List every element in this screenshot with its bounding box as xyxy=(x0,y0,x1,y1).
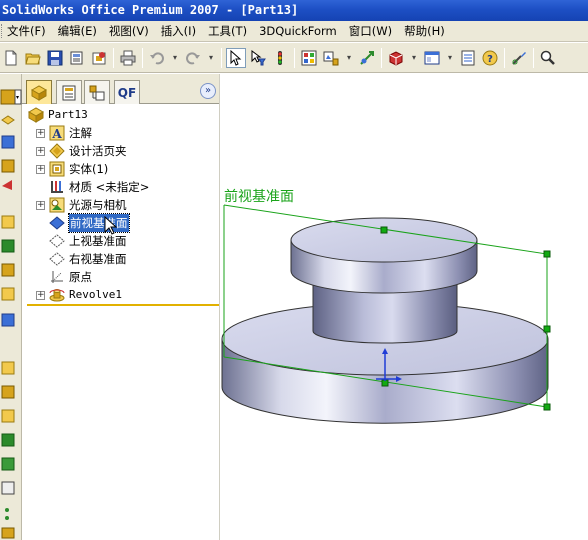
feature-manager-panel: QF » Part13 + A 注解 + 设计活页夹 + 实体(1) 材质 <未… xyxy=(22,74,220,540)
tree-item-label: Revolve1 xyxy=(69,288,122,301)
rollback-bar[interactable] xyxy=(27,304,220,306)
zoom-icon[interactable] xyxy=(538,48,558,68)
plane-icon xyxy=(49,215,65,231)
mouse-cursor-icon xyxy=(104,216,118,235)
toolbar-separator xyxy=(221,47,222,68)
tree-item-label: 光源与相机 xyxy=(69,198,127,212)
feature-manager-tab-bar: QF » xyxy=(22,74,220,104)
tree-item-label: 注解 xyxy=(69,126,92,140)
expand-toggle[interactable]: + xyxy=(36,200,45,210)
redo-dropdown-arrow[interactable]: ▾ xyxy=(205,48,217,68)
quickform-tab[interactable]: QF xyxy=(114,80,140,104)
window-title: SolidWorks Office Premium 2007 - [Part13… xyxy=(2,3,299,17)
select-icon[interactable] xyxy=(226,47,246,68)
design-binder-icon xyxy=(49,143,65,159)
menu-file[interactable]: 文件(F) xyxy=(7,21,52,42)
part-model[interactable] xyxy=(220,74,588,540)
expand-toggle[interactable]: + xyxy=(36,128,45,138)
tree-item-annotations[interactable]: + A 注解 xyxy=(36,124,92,142)
menu-bar: 文件(F) 编辑(E) 视图(V) 插入(I) 工具(T) 3DQuickFor… xyxy=(0,21,588,42)
menu-view[interactable]: 视图(V) xyxy=(103,21,155,42)
configuration-manager-tab[interactable] xyxy=(84,80,110,104)
panel-expand-icon[interactable]: » xyxy=(200,83,216,99)
svg-text:A: A xyxy=(51,127,62,141)
expand-toggle[interactable]: + xyxy=(36,146,45,156)
tree-item-label: 右视基准面 xyxy=(69,252,127,266)
feature-tree: Part13 + A 注解 + 设计活页夹 + 实体(1) 材质 <未指定> +… xyxy=(22,104,220,304)
menu-window[interactable]: 窗口(W) xyxy=(343,21,398,42)
display-style-icon[interactable] xyxy=(422,48,442,68)
tree-item-design-binder[interactable]: + 设计活页夹 xyxy=(36,142,127,160)
new-icon[interactable] xyxy=(1,48,21,68)
menu-tools[interactable]: 工具(T) xyxy=(202,21,253,42)
open-icon[interactable] xyxy=(23,48,43,68)
solid-body-icon xyxy=(49,161,65,177)
toolbar-separator xyxy=(113,47,114,68)
revolve-icon xyxy=(49,287,65,303)
tree-item-solid-bodies[interactable]: + 实体(1) xyxy=(36,160,108,178)
lights-cameras-icon xyxy=(49,197,65,213)
plane-icon xyxy=(49,251,65,267)
zoom-dropdown-arrow[interactable]: ▾ xyxy=(343,48,355,68)
tree-item-label: 实体(1) xyxy=(69,162,109,176)
print-icon[interactable] xyxy=(118,48,138,68)
menu-3dquickform[interactable]: 3DQuickForm xyxy=(253,21,343,42)
tree-item-label: 原点 xyxy=(69,270,92,284)
zoom-to-fit-icon[interactable] xyxy=(321,48,341,68)
smart-dimension-icon[interactable] xyxy=(357,48,377,68)
view-orientation-icon[interactable] xyxy=(386,48,406,68)
origin-icon xyxy=(49,269,65,285)
tree-item-revolve1[interactable]: + Revolve1 xyxy=(36,286,122,304)
toolbar-separator xyxy=(533,47,534,68)
tree-item-label: 设计活页夹 xyxy=(69,144,127,158)
expand-toggle[interactable]: + xyxy=(36,164,45,174)
toolbar-separator xyxy=(142,47,143,68)
toolbar-separator xyxy=(294,47,295,68)
print-preview-icon[interactable] xyxy=(67,48,87,68)
material-icon xyxy=(49,179,65,195)
menu-insert[interactable]: 插入(I) xyxy=(155,21,202,42)
redo-icon[interactable] xyxy=(183,48,203,68)
tree-item-right-plane[interactable]: 右视基准面 xyxy=(49,250,127,268)
toolbar-separator xyxy=(504,47,505,68)
sketch-icon[interactable] xyxy=(509,48,529,68)
standard-toolbar: ▾ ▾ ▾ ▾ ▾ ? xyxy=(0,43,588,73)
save-icon[interactable] xyxy=(45,48,65,68)
menu-edit[interactable]: 编辑(E) xyxy=(52,21,103,42)
expand-toggle[interactable]: + xyxy=(36,290,45,300)
svg-text:?: ? xyxy=(487,54,493,65)
features-toolbar-icons[interactable] xyxy=(0,74,22,540)
select-filter-icon[interactable] xyxy=(248,48,268,68)
undo-dropdown-arrow[interactable]: ▾ xyxy=(169,48,181,68)
properties-icon[interactable] xyxy=(458,48,478,68)
feature-manager-tab[interactable] xyxy=(26,80,52,104)
menu-help[interactable]: 帮助(H) xyxy=(398,21,451,42)
toolbar-separator xyxy=(381,47,382,68)
menu-grip[interactable] xyxy=(1,24,4,38)
display-dropdown-arrow[interactable]: ▾ xyxy=(444,48,456,68)
graphics-area[interactable] xyxy=(220,74,588,540)
features-toolbar xyxy=(0,74,22,540)
tree-item-label: 材质 <未指定> xyxy=(69,180,150,194)
plane-icon xyxy=(49,233,65,249)
help-icon[interactable]: ? xyxy=(480,48,500,68)
property-manager-tab[interactable] xyxy=(56,80,82,104)
grid-icon[interactable] xyxy=(299,48,319,68)
part-icon xyxy=(28,107,44,123)
undo-icon[interactable] xyxy=(147,48,167,68)
annotation-icon: A xyxy=(49,125,65,141)
tree-root[interactable]: Part13 xyxy=(28,106,88,124)
rebuild-icon[interactable] xyxy=(270,48,290,68)
tree-root-label: Part13 xyxy=(48,108,88,121)
window-title-bar: SolidWorks Office Premium 2007 - [Part13… xyxy=(0,0,588,21)
tree-item-origin[interactable]: 原点 xyxy=(49,268,92,286)
options-icon[interactable] xyxy=(89,48,109,68)
tree-item-material[interactable]: 材质 <未指定> xyxy=(49,178,149,196)
view-dropdown-arrow[interactable]: ▾ xyxy=(408,48,420,68)
tree-item-label: 前视基准面 xyxy=(68,213,130,233)
front-plane-label: 前视基准面 xyxy=(224,189,294,205)
quickform-tab-label: QF xyxy=(117,85,137,100)
tree-item-lights-cameras[interactable]: + 光源与相机 xyxy=(36,196,127,214)
